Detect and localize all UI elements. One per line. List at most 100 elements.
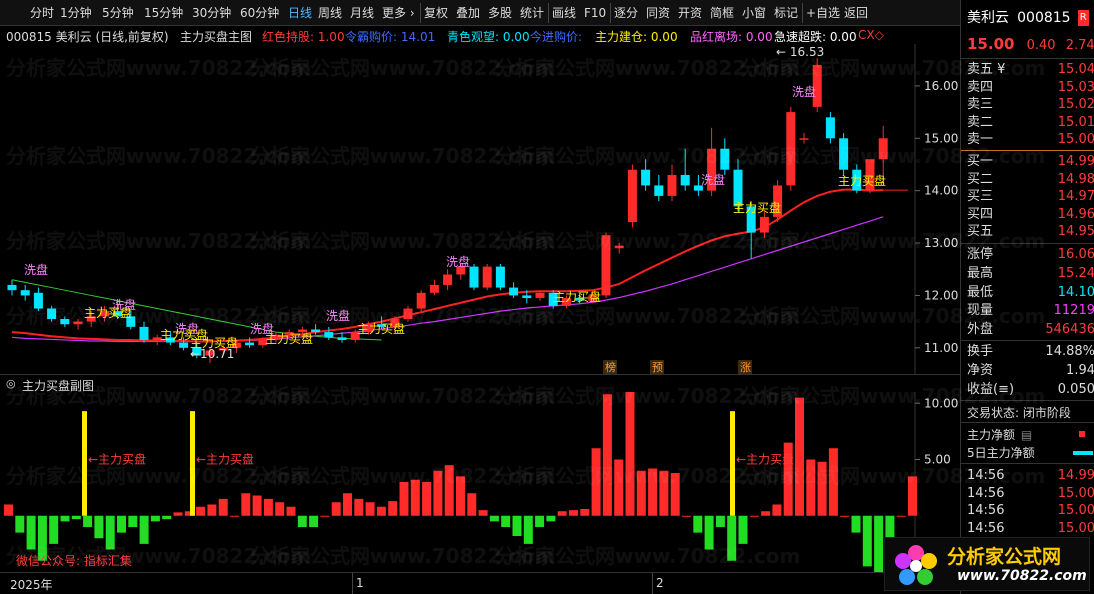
zhulimaipan-label: 主力买盘 <box>553 289 601 304</box>
force-bar <box>636 470 646 516</box>
force-bar <box>874 515 884 572</box>
force-bar <box>806 459 816 516</box>
stat2-value: 14.88% <box>1045 344 1094 359</box>
price-tick-label: 15.00 <box>924 131 958 145</box>
logo-title: 分析家公式网 <box>947 546 1062 568</box>
indicator-name[interactable]: 主力买盘主图 <box>180 28 252 45</box>
tick-time: 14:56 <box>967 503 1005 519</box>
legend-cyan-swatch <box>1073 451 1093 455</box>
force-bar <box>422 482 432 516</box>
stat-value: 14.10 <box>1057 284 1094 300</box>
force-bar <box>139 515 149 544</box>
yellow-signal-bar <box>730 411 735 516</box>
toolbar-item-11[interactable]: 叠加 <box>456 4 480 22</box>
force-bar <box>173 512 183 516</box>
toolbar-item-23[interactable]: 返回 <box>844 4 868 22</box>
toolbar-item-3[interactable]: 15分钟 <box>144 4 183 22</box>
candle-body <box>825 117 835 139</box>
zhulimaipan-label: 主力买盘 <box>838 173 886 188</box>
toolbar-item-9[interactable]: 更多 › <box>382 4 415 22</box>
ask-price: 15.02 <box>1057 97 1094 113</box>
toolbar-item-8[interactable]: 月线 <box>350 4 374 22</box>
bid-price: 14.96 <box>1057 206 1094 222</box>
tick-row: 14:56 15.00 <box>967 503 1094 519</box>
zhuli-jiancang-value: 主力建仓: 0.00 <box>595 30 678 44</box>
toolbar-item-7[interactable]: 周线 <box>318 4 342 22</box>
time-label-feb: 2 <box>656 576 664 590</box>
candle-body <box>337 337 347 340</box>
force-bar <box>354 498 364 516</box>
force-bar <box>241 493 251 516</box>
toolbar-item-16[interactable]: 逐分 <box>614 4 638 22</box>
force-bar <box>715 515 725 527</box>
force-bar <box>467 493 477 516</box>
force-bar <box>320 515 330 517</box>
force-bar <box>625 389 635 516</box>
main-chart-area[interactable]: 16.00 15.00 14.00 13.00 12.00 11.00 洗盘 洗盘 洗盘 洗盘 洗盘… <box>0 44 958 374</box>
toolbar-item-6[interactable]: 日线 <box>288 4 312 22</box>
candle-body <box>324 332 334 338</box>
toolbar-item-5[interactable]: 60分钟 <box>240 4 279 22</box>
toolbar-item-18[interactable]: 开资 <box>678 4 702 22</box>
force-bar <box>218 498 228 516</box>
toolbar-item-14[interactable]: 画线 <box>552 4 576 22</box>
force-bar <box>501 515 511 527</box>
candlestick-chart[interactable]: 16.0015.0014.0013.0012.0011.00洗盘洗盘洗盘 洗盘洗盘… <box>0 44 960 374</box>
sub-chart-area[interactable]: 10.00 5.00 ←主力买盘 ←主力买盘 ←主力买盘 微信公众号: 指标汇集 <box>0 389 958 572</box>
force-bar <box>162 515 172 520</box>
stats-row: 外盘 546436 <box>967 322 1094 338</box>
toolbar-item-10[interactable]: 复权 <box>424 4 448 22</box>
zhulimaipan-label: 主力买盘 <box>84 305 132 320</box>
stats-row: 最低 14.10 <box>967 285 1094 301</box>
toolbar-item-1[interactable]: 1分钟 <box>60 4 92 22</box>
force-bar <box>83 515 93 527</box>
candle-body <box>73 321 83 325</box>
toolbar-item-22[interactable]: +自选 <box>806 4 840 22</box>
stat-label: 外盘 <box>967 322 994 338</box>
candle-body <box>535 292 545 299</box>
force-bar <box>885 515 895 539</box>
toolbar-item-4[interactable]: 30分钟 <box>192 4 231 22</box>
stock-title: 000815 美利云 (日线,前复权) <box>6 30 169 44</box>
bid-row: 买一 14.99 <box>967 154 1094 170</box>
time-label-jan: 1 <box>356 576 364 590</box>
ask-label: 卖五 ¥ <box>967 62 1006 77</box>
force-bar <box>263 498 273 516</box>
table-icon[interactable]: ▤ <box>1021 428 1032 442</box>
stats-row: 现量 11219 <box>967 303 1094 319</box>
xipan-label: 洗盘 <box>701 172 725 187</box>
force-bar <box>738 515 748 544</box>
force-bar <box>727 515 737 561</box>
bid-row: 买二 14.98 <box>967 172 1094 188</box>
toolbar-item-20[interactable]: 小窗 <box>742 4 766 22</box>
ask-label: 卖二 <box>967 114 994 130</box>
toolbar-item-0[interactable]: 分时 <box>30 4 54 22</box>
toolbar-item-13[interactable]: 统计 <box>520 4 544 22</box>
time-axis: 2025年 1 2 <box>0 572 960 594</box>
force-bar <box>851 515 861 533</box>
force-bar <box>376 506 386 516</box>
toolbar-item-15[interactable]: F10 <box>584 4 606 22</box>
legend-red-swatch <box>1079 431 1085 437</box>
price-tick-label: 14.00 <box>924 184 958 198</box>
toolbar-item-21[interactable]: 标记 <box>774 4 798 22</box>
toolbar-item-17[interactable]: 同资 <box>646 4 670 22</box>
bid-label: 买三 <box>967 189 994 205</box>
candle-body <box>482 266 492 288</box>
force-bar <box>275 502 285 516</box>
tick-price: 15.00 <box>1057 503 1094 519</box>
toolbar-item-19[interactable]: 简框 <box>710 4 734 22</box>
force-bar <box>433 470 443 516</box>
candle-body <box>627 169 637 223</box>
candle-body <box>33 292 43 309</box>
ask-price: 15.03 <box>1057 79 1094 95</box>
stock-name: 美利云 <box>967 10 1009 26</box>
toolbar-item-2[interactable]: 5分钟 <box>102 4 134 22</box>
sub-toggle-icon[interactable]: ◎ <box>6 377 16 390</box>
main-force-bar-chart[interactable]: 10.00 5.00 ←主力买盘 ←主力买盘 ←主力买盘微信公众号: 指标汇集 <box>0 389 960 572</box>
sub-tick-label: 5.00 <box>924 453 951 467</box>
toolbar-item-12[interactable]: 多股 <box>488 4 512 22</box>
force-bar <box>252 495 262 516</box>
ask-row: 卖一 15.00 <box>967 132 1094 148</box>
tick-row: 14:56 15.00 <box>967 486 1094 502</box>
